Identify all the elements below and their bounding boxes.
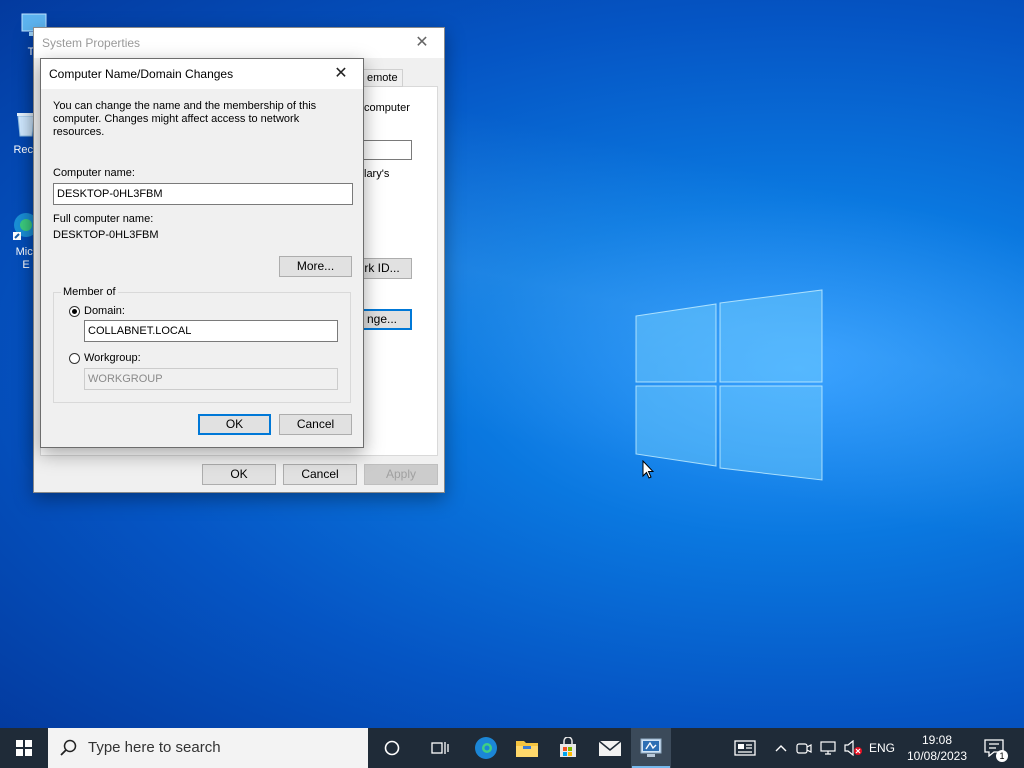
full-computer-name-label: Full computer name: [53, 213, 154, 225]
windows-start-icon [16, 740, 32, 756]
system-properties-titlebar: System Properties ✕ [34, 28, 444, 58]
tray-volume[interactable] [842, 728, 864, 768]
computer-description-fragment: computer [364, 102, 410, 114]
system-properties-icon [640, 738, 662, 757]
dialog-description: You can change the name and the membersh… [53, 100, 317, 138]
computer-name-dialog: Computer Name/Domain Changes ✕ You can c… [40, 58, 364, 448]
news-widget[interactable] [728, 728, 762, 768]
domain-input[interactable]: COLLABNET.LOCAL [84, 320, 338, 342]
search-icon [60, 739, 77, 756]
mouse-cursor-icon [642, 460, 654, 479]
store-icon [560, 737, 576, 757]
cortana-icon [384, 740, 400, 756]
search-placeholder: Type here to search [88, 739, 221, 756]
full-computer-name-value: DESKTOP-0HL3FBM [53, 229, 159, 241]
more-button[interactable]: More... [279, 256, 352, 277]
dialog-titlebar: Computer Name/Domain Changes ✕ [41, 59, 363, 89]
apply-button[interactable]: Apply [364, 464, 438, 485]
tray-meet-now[interactable] [794, 728, 814, 768]
window-title: System Properties [42, 36, 141, 50]
start-button[interactable] [4, 728, 44, 768]
ok-button[interactable]: OK [198, 414, 271, 435]
taskbar-edge[interactable] [466, 728, 506, 768]
tab-remote[interactable]: emote [362, 69, 403, 87]
mail-icon [598, 740, 622, 756]
taskbar-search-box[interactable]: Type here to search [48, 728, 368, 768]
computer-name-label: Computer name: [53, 167, 135, 179]
input-language[interactable]: ENG [866, 728, 898, 768]
folder-icon [516, 741, 538, 757]
member-of-label: Member of [61, 286, 118, 298]
taskbar-mail[interactable] [590, 728, 630, 768]
clock-date: 10/08/2023 [906, 749, 968, 763]
windows-logo-wallpaper [635, 289, 823, 481]
clock-time: 19:08 [921, 733, 953, 747]
cancel-button[interactable]: Cancel [279, 414, 352, 435]
dialog-title: Computer Name/Domain Changes [49, 67, 234, 81]
task-view-icon [431, 742, 449, 754]
chevron-up-icon [775, 745, 787, 752]
taskbar: Type here to search ENG 19:08 10/08/2023 [0, 728, 1024, 768]
task-view-button[interactable] [420, 728, 460, 768]
tray-network[interactable] [818, 728, 840, 768]
cortana-button[interactable] [372, 728, 412, 768]
edge-icon [475, 737, 497, 759]
close-icon[interactable]: ✕ [400, 28, 444, 58]
workgroup-label: Workgroup: [84, 352, 141, 364]
news-icon [734, 740, 756, 756]
network-icon [820, 741, 836, 755]
ok-button[interactable]: OK [202, 464, 276, 485]
primary-text-fragment: lary's [364, 168, 390, 180]
domain-radio[interactable] [69, 306, 80, 317]
taskbar-store[interactable] [548, 728, 588, 768]
cancel-button[interactable]: Cancel [283, 464, 357, 485]
domain-label: Domain: [84, 305, 125, 317]
computer-name-input[interactable]: DESKTOP-0HL3FBM [53, 183, 353, 205]
notification-count-badge: 1 [996, 750, 1008, 762]
taskbar-system-properties[interactable] [631, 728, 671, 768]
meet-now-icon [796, 743, 812, 754]
clock[interactable]: 19:08 10/08/2023 [902, 728, 972, 768]
show-hidden-icons[interactable] [772, 728, 790, 768]
workgroup-input[interactable]: WORKGROUP [84, 368, 338, 390]
taskbar-file-explorer[interactable] [507, 728, 547, 768]
close-icon[interactable]: ✕ [319, 59, 363, 89]
volume-muted-icon [844, 740, 862, 756]
workgroup-radio[interactable] [69, 353, 80, 364]
action-center-button[interactable]: 1 [976, 728, 1012, 768]
